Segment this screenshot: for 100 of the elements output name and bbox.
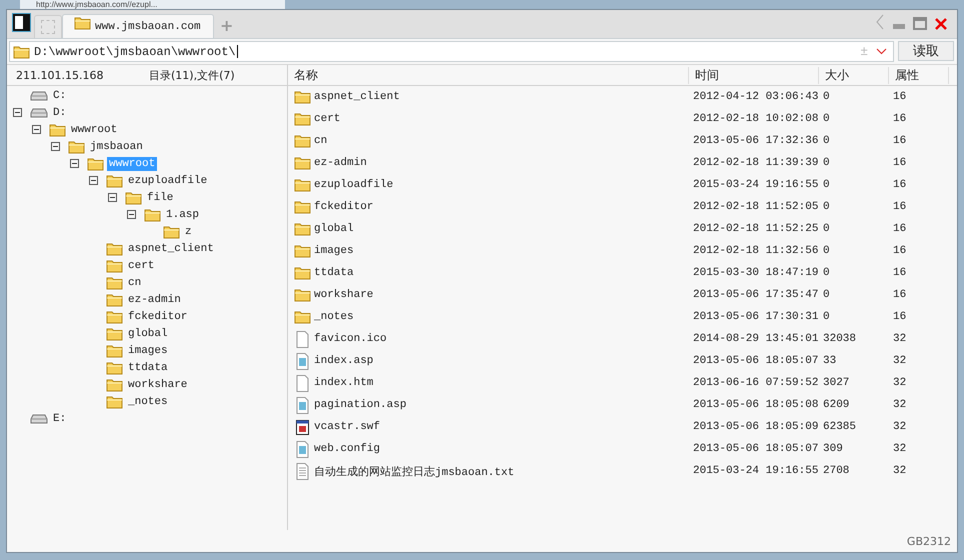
tree-item[interactable]: workshare bbox=[126, 378, 190, 392]
table-cell-text: 2708 bbox=[822, 465, 850, 477]
file-name[interactable]: pagination.asp bbox=[314, 399, 406, 411]
tree-item[interactable]: E: bbox=[51, 412, 68, 426]
collapse-toggle[interactable] bbox=[108, 193, 117, 202]
file-name[interactable]: index.asp bbox=[314, 355, 374, 367]
table-cell-text: 16 bbox=[892, 157, 908, 169]
file-name[interactable]: 自动生成的网站监控日志jmsbaoan.txt bbox=[314, 464, 514, 478]
table-cell-text: 2015-03-24 19:16:55 bbox=[692, 465, 819, 477]
collapse-toggle[interactable] bbox=[127, 210, 136, 219]
table-cell-text: 32 bbox=[892, 443, 908, 455]
file-name[interactable]: images bbox=[314, 245, 354, 257]
table-cell-text: 16 bbox=[892, 245, 908, 257]
collapse-toggle[interactable] bbox=[13, 108, 22, 117]
table-cell-text: 2012-02-18 10:02:08 bbox=[692, 113, 819, 125]
file-name[interactable]: _notes bbox=[314, 311, 354, 323]
folder-icon bbox=[294, 112, 311, 126]
table-cell-text: 32 bbox=[892, 355, 908, 367]
tree-item[interactable]: fckeditor bbox=[126, 310, 190, 324]
collapse-toggle[interactable] bbox=[51, 142, 60, 151]
file-name[interactable]: vcastr.swf bbox=[314, 421, 380, 433]
table-cell-text: 32 bbox=[892, 333, 908, 345]
tree-item[interactable]: jmsbaoan bbox=[88, 140, 145, 154]
tree-item[interactable]: images bbox=[126, 344, 170, 358]
table-cell-text: 2012-02-18 11:52:05 bbox=[692, 201, 819, 213]
path-field[interactable]: D:\wwwroot\jmsbaoan\wwwroot\ ± bbox=[9, 41, 894, 62]
folder-icon bbox=[106, 394, 123, 408]
panel-toggle-icon[interactable] bbox=[13, 14, 30, 31]
table-cell-text: 16 bbox=[892, 201, 908, 213]
collapse-toggle[interactable] bbox=[32, 125, 41, 134]
table-cell-text: 16 bbox=[892, 223, 908, 235]
table-cell-text: 2012-04-12 03:06:43 bbox=[692, 91, 819, 103]
file-name[interactable]: aspnet_client bbox=[314, 91, 400, 103]
folder-icon bbox=[106, 360, 123, 374]
table-cell-text: 2013-05-06 17:32:36 bbox=[692, 135, 819, 147]
file-name[interactable]: web.config bbox=[314, 443, 380, 455]
file-name[interactable]: ttdata bbox=[314, 267, 354, 279]
tree-item[interactable]: ezuploadfile bbox=[126, 174, 210, 188]
tree-item[interactable]: 1.asp bbox=[164, 208, 202, 222]
table-cell-text: 32038 bbox=[822, 333, 858, 345]
folder-icon bbox=[294, 222, 311, 236]
table-cell-text: 0 bbox=[822, 179, 831, 191]
file-name[interactable]: ezuploadfile bbox=[314, 179, 394, 191]
maximize-icon[interactable] bbox=[913, 17, 927, 30]
text-file-icon bbox=[294, 462, 311, 480]
folder-icon bbox=[294, 200, 311, 214]
folder-icon bbox=[294, 90, 311, 104]
folder-icon bbox=[106, 310, 123, 324]
folder-icon bbox=[106, 378, 123, 392]
folder-icon bbox=[294, 288, 311, 302]
table-cell-text: 16 bbox=[892, 289, 908, 301]
table-cell-text: 32 bbox=[892, 465, 908, 477]
tree-item[interactable]: ttdata bbox=[126, 360, 170, 374]
file-name[interactable]: fckeditor bbox=[314, 201, 374, 213]
table-cell-text: 0 bbox=[822, 157, 831, 169]
file-name[interactable]: ez-admin bbox=[314, 157, 367, 169]
tree-item[interactable]: aspnet_client bbox=[126, 242, 216, 256]
table-cell-text: 2012-02-18 11:39:39 bbox=[692, 157, 819, 169]
folder-icon bbox=[68, 140, 85, 154]
collapse-toggle[interactable] bbox=[89, 176, 98, 185]
close-icon[interactable] bbox=[935, 18, 947, 30]
file-name[interactable]: workshare bbox=[314, 289, 374, 301]
column-header[interactable]: 名称 bbox=[288, 66, 689, 84]
folder-icon bbox=[13, 44, 30, 58]
table-cell-text: 16 bbox=[892, 91, 908, 103]
file-name[interactable]: cert bbox=[314, 113, 340, 125]
tree-item[interactable]: file bbox=[145, 190, 176, 204]
folder-icon bbox=[106, 276, 123, 290]
file-name[interactable]: index.htm bbox=[314, 377, 374, 389]
dropdown-icon[interactable] bbox=[876, 48, 887, 55]
folder-icon bbox=[106, 292, 123, 306]
column-header[interactable]: 属性 bbox=[889, 66, 949, 84]
drive-icon bbox=[30, 108, 48, 118]
collapse-toggle[interactable] bbox=[70, 159, 79, 168]
table-cell-text: 62385 bbox=[822, 421, 858, 433]
file-name[interactable]: global bbox=[314, 223, 354, 235]
file-name[interactable]: favicon.ico bbox=[314, 333, 387, 345]
tree-item[interactable]: C: bbox=[51, 88, 68, 102]
tree-item[interactable]: cn bbox=[126, 276, 144, 290]
tree-item[interactable]: cert bbox=[126, 258, 156, 272]
folder-icon bbox=[106, 242, 123, 256]
browser-tab[interactable]: http://www.jmsbaoan.com//ezupl... bbox=[20, 0, 285, 9]
folder-icon bbox=[294, 310, 311, 324]
file-name[interactable]: cn bbox=[314, 135, 328, 147]
host-address: 211.101.15.168 bbox=[16, 68, 104, 82]
tab[interactable]: www.jmsbaoan.com bbox=[62, 14, 214, 38]
read-button[interactable]: 读取 bbox=[898, 41, 954, 61]
table-cell-text: 2013-05-06 18:05:07 bbox=[692, 443, 819, 455]
flash-file-icon bbox=[294, 418, 311, 436]
tree-item[interactable]: z bbox=[183, 224, 194, 238]
column-header[interactable]: 时间 bbox=[689, 66, 819, 84]
tree-item[interactable]: D: bbox=[51, 106, 68, 120]
tree-item[interactable]: _notes bbox=[126, 394, 170, 408]
table-cell-text: 2013-05-06 17:30:31 bbox=[692, 311, 819, 323]
column-header[interactable]: 大小 bbox=[819, 66, 889, 84]
tree-item[interactable]: wwwroot bbox=[69, 122, 120, 136]
script-file-icon bbox=[294, 440, 311, 458]
tree-item[interactable]: global bbox=[126, 326, 170, 340]
table-cell-text: 0 bbox=[822, 311, 831, 323]
tree-item[interactable]: ez-admin bbox=[126, 292, 183, 306]
